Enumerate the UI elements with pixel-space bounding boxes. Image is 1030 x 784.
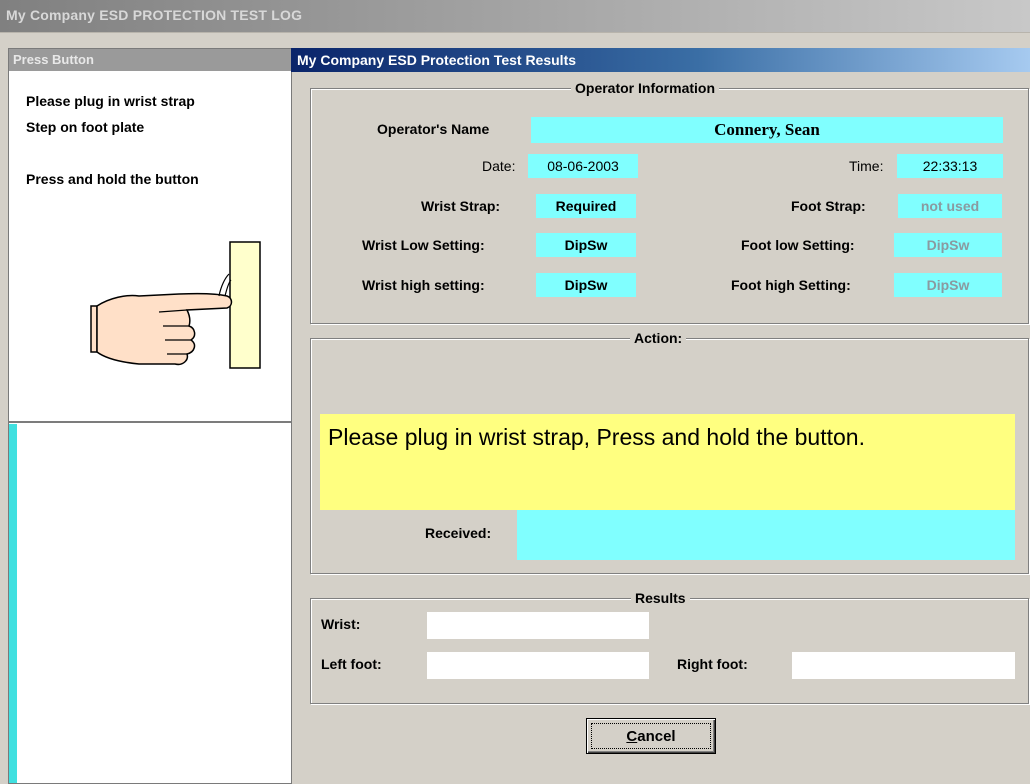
results-legend: Results [631, 590, 690, 606]
instruction-press-hold-button: Press and hold the button [26, 171, 199, 187]
foot-high-setting-label: Foot high Setting: [731, 277, 851, 293]
wrist-low-setting-label: Wrist Low Setting: [362, 237, 485, 253]
time-field: 22:33:13 [897, 154, 1003, 178]
wrist-strap-label: Wrist Strap: [421, 198, 501, 214]
time-label: Time: [849, 158, 884, 174]
press-button-panel-title-bar: Press Button [9, 49, 291, 71]
foot-low-setting-label: Foot low Setting: [741, 237, 855, 253]
foot-low-setting-field: DipSw [894, 233, 1002, 257]
operator-name-label: Operator's Name [377, 121, 490, 137]
wrist-result-label: Wrist: [321, 616, 361, 632]
results-group [310, 598, 1029, 704]
left-panel-separator [9, 421, 291, 423]
foot-high-setting-field: DipSw [894, 273, 1002, 297]
test-results-title-bar: My Company ESD Protection Test Results [291, 48, 1030, 72]
window-title: My Company ESD PROTECTION TEST LOG [6, 7, 303, 23]
action-message-box: Please plug in wrist strap, Press and ho… [320, 414, 1015, 510]
wrist-low-setting-field: DipSw [536, 233, 636, 257]
wrist-high-setting-label: Wrist high setting: [362, 277, 485, 293]
received-label: Received: [425, 525, 492, 541]
wrist-high-setting-field: DipSw [536, 273, 636, 297]
cancel-button-label: Cancel [626, 728, 676, 745]
operator-name-field: Connery, Sean [531, 117, 1003, 143]
press-button-panel-title: Press Button [13, 52, 94, 67]
right-foot-result-label: Right foot: [677, 656, 748, 672]
action-legend: Action: [630, 330, 687, 346]
operator-information-legend: Operator Information [571, 80, 720, 96]
action-message: Please plug in wrist strap, Press and ho… [328, 424, 865, 450]
left-foot-result-label: Left foot: [321, 656, 382, 672]
instruction-step-on-foot-plate: Step on foot plate [26, 119, 145, 135]
press-button-panel: Press Button Please plug in wrist strap … [8, 48, 292, 784]
received-field [517, 510, 1015, 560]
wrist-strap-field: Required [536, 194, 636, 218]
wrist-result-field [427, 612, 649, 639]
instruction-plug-wrist-strap: Please plug in wrist strap [26, 93, 195, 109]
cancel-button[interactable]: Cancel [586, 718, 716, 754]
date-label: Date: [482, 158, 516, 174]
foot-strap-label: Foot Strap: [791, 198, 866, 214]
foot-strap-field: not used [898, 194, 1002, 218]
test-results-title: My Company ESD Protection Test Results [297, 52, 577, 68]
status-strip [9, 424, 17, 783]
date-field: 08-06-2003 [528, 154, 638, 178]
left-foot-result-field [427, 652, 649, 679]
right-foot-result-field [792, 652, 1015, 679]
window-title-bar[interactable]: My Company ESD PROTECTION TEST LOG [0, 0, 1030, 33]
finger-pressing-button-icon [90, 241, 261, 369]
